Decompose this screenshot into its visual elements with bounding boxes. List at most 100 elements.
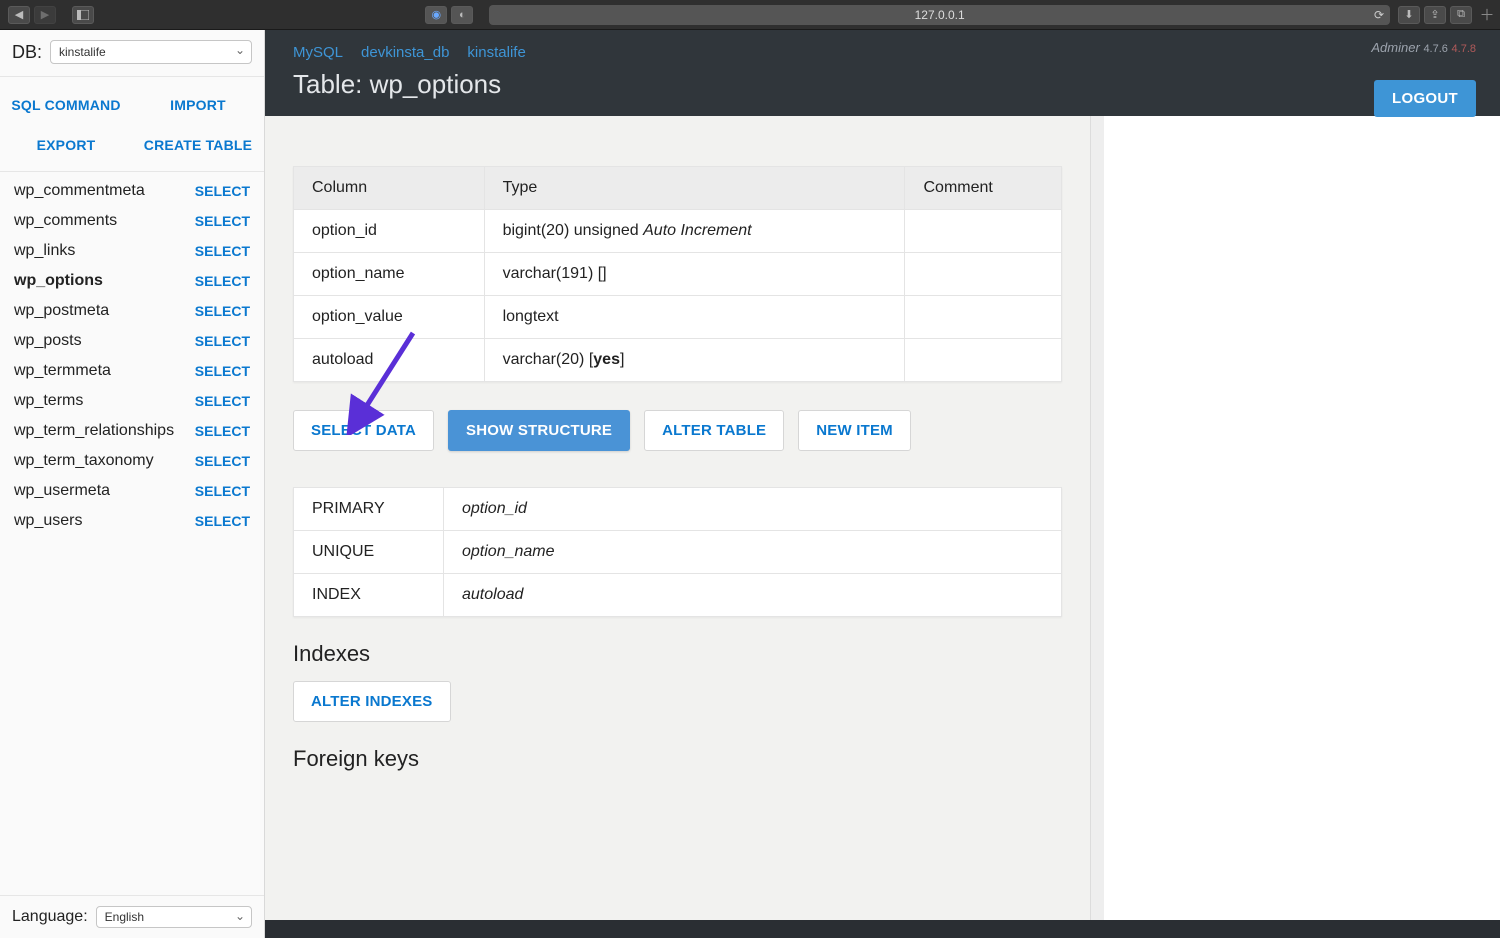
table-select-link[interactable]: SELECT [195, 453, 250, 469]
column-name-cell[interactable]: option_name [294, 253, 485, 296]
reload-icon[interactable]: ⟳ [1374, 8, 1384, 22]
sidebar-table-row: wp_comments SELECT [0, 206, 264, 236]
select-data-button[interactable]: SELECT DATA [293, 410, 434, 451]
db-select[interactable]: kinstalife [50, 40, 252, 64]
table-link[interactable]: wp_usermeta [14, 482, 110, 500]
col-header-column: Column [294, 167, 485, 210]
breadcrumb: MySQL devkinsta_db kinstalife [293, 44, 1472, 61]
column-type-cell: varchar(20) [yes] [484, 339, 905, 382]
footer-bar [265, 920, 1500, 938]
content-scrollbar[interactable] [1090, 116, 1104, 920]
column-name-cell[interactable]: option_value [294, 296, 485, 339]
reader-icon[interactable]: ◐ [451, 6, 473, 24]
db-select-value: kinstalife [59, 45, 106, 59]
new-tab-icon[interactable]: ＋ [1480, 4, 1500, 25]
table-select-link[interactable]: SELECT [195, 213, 250, 229]
alter-table-button[interactable]: ALTER TABLE [644, 410, 784, 451]
table-select-link[interactable]: SELECT [195, 303, 250, 319]
column-comment-cell [905, 339, 1062, 382]
new-item-button[interactable]: NEW ITEM [798, 410, 911, 451]
import-link[interactable]: IMPORT [132, 85, 264, 125]
crumb-driver[interactable]: MySQL [293, 44, 343, 61]
table-select-link[interactable]: SELECT [195, 393, 250, 409]
sidebar-table-row: wp_termmeta SELECT [0, 356, 264, 386]
column-type-cell: bigint(20) unsigned Auto Increment [484, 210, 905, 253]
table-link[interactable]: wp_users [14, 512, 82, 530]
index-kind-cell: PRIMARY [294, 488, 444, 531]
foreign-keys-heading: Foreign keys [293, 746, 1062, 772]
index-cols-cell: option_id [444, 488, 1062, 531]
sidebar-table-row: wp_options SELECT [0, 266, 264, 296]
shield-icon[interactable]: ◉ [425, 6, 447, 24]
table-select-link[interactable]: SELECT [195, 333, 250, 349]
table-row: INDEXautoload [294, 574, 1062, 617]
language-value: English [105, 910, 144, 924]
sidebar-table-row: wp_usermeta SELECT [0, 476, 264, 506]
sidebar-table-row: wp_links SELECT [0, 236, 264, 266]
table-select-link[interactable]: SELECT [195, 183, 250, 199]
content-pane: Column Type Comment option_idbigint(20) … [265, 116, 1090, 920]
col-header-comment: Comment [905, 167, 1062, 210]
alter-indexes-button[interactable]: ALTER INDEXES [293, 681, 451, 722]
sidebar-table-row: wp_term_taxonomy SELECT [0, 446, 264, 476]
url-bar[interactable]: 127.0.0.1 ⟳ [489, 5, 1390, 25]
language-label: Language: [12, 908, 88, 926]
brand: Adminer 4.7.6 4.7.8 [1371, 40, 1476, 55]
show-structure-button[interactable]: SHOW STRUCTURE [448, 410, 630, 451]
table-link[interactable]: wp_comments [14, 212, 117, 230]
sidebar-toggle-icon[interactable] [72, 6, 94, 24]
col-header-type: Type [484, 167, 905, 210]
table-link[interactable]: wp_postmeta [14, 302, 109, 320]
table-select-link[interactable]: SELECT [195, 243, 250, 259]
table-select-link[interactable]: SELECT [195, 513, 250, 529]
index-cols-cell: option_name [444, 531, 1062, 574]
crumb-db[interactable]: kinstalife [467, 44, 525, 61]
table-link[interactable]: wp_options [14, 272, 103, 290]
tabs-icon[interactable]: ⧉ [1450, 6, 1472, 24]
table-list: wp_commentmetaSELECTwp_commentsSELECTwp_… [0, 172, 264, 895]
sql-command-link[interactable]: SQL COMMAND [0, 85, 132, 125]
logout-button[interactable]: LOGOUT [1374, 80, 1476, 117]
sidebar-table-row: wp_terms SELECT [0, 386, 264, 416]
table-select-link[interactable]: SELECT [195, 363, 250, 379]
crumb-server[interactable]: devkinsta_db [361, 44, 449, 61]
language-select[interactable]: English [96, 906, 252, 928]
url-text: 127.0.0.1 [915, 8, 965, 22]
page-header: Adminer 4.7.6 4.7.8 MySQL devkinsta_db k… [265, 30, 1500, 116]
sidebar-table-row: wp_users SELECT [0, 506, 264, 536]
table-row: PRIMARYoption_id [294, 488, 1062, 531]
table-link[interactable]: wp_commentmeta [14, 182, 145, 200]
share-icon[interactable]: ⇪ [1424, 6, 1446, 24]
table-link[interactable]: wp_posts [14, 332, 82, 350]
table-link[interactable]: wp_links [14, 242, 75, 260]
sidebar: DB: kinstalife SQL COMMAND IMPORT EXPORT… [0, 30, 265, 938]
nav-forward-button[interactable]: ▶ [34, 6, 56, 24]
index-cols-cell: autoload [444, 574, 1062, 617]
table-select-link[interactable]: SELECT [195, 423, 250, 439]
create-table-link[interactable]: CREATE TABLE [132, 125, 264, 165]
column-comment-cell [905, 253, 1062, 296]
db-label: DB: [12, 42, 42, 63]
table-link[interactable]: wp_terms [14, 392, 83, 410]
table-row: autoloadvarchar(20) [yes] [294, 339, 1062, 382]
table-link[interactable]: wp_term_taxonomy [14, 452, 154, 470]
table-row: option_idbigint(20) unsigned Auto Increm… [294, 210, 1062, 253]
column-name-cell[interactable]: option_id [294, 210, 485, 253]
columns-table: Column Type Comment option_idbigint(20) … [293, 166, 1062, 382]
table-link[interactable]: wp_termmeta [14, 362, 111, 380]
index-kind-cell: INDEX [294, 574, 444, 617]
column-type-cell: longtext [484, 296, 905, 339]
column-name-cell[interactable]: autoload [294, 339, 485, 382]
column-type-cell: varchar(191) [] [484, 253, 905, 296]
table-row: option_namevarchar(191) [] [294, 253, 1062, 296]
table-select-link[interactable]: SELECT [195, 273, 250, 289]
indexes-summary-table: PRIMARYoption_idUNIQUEoption_nameINDEXau… [293, 487, 1062, 617]
sidebar-table-row: wp_postmeta SELECT [0, 296, 264, 326]
export-link[interactable]: EXPORT [0, 125, 132, 165]
nav-back-button[interactable]: ◀ [8, 6, 30, 24]
column-comment-cell [905, 296, 1062, 339]
sidebar-table-row: wp_commentmeta SELECT [0, 176, 264, 206]
table-link[interactable]: wp_term_relationships [14, 422, 174, 440]
table-select-link[interactable]: SELECT [195, 483, 250, 499]
download-icon[interactable]: ⬇ [1398, 6, 1420, 24]
